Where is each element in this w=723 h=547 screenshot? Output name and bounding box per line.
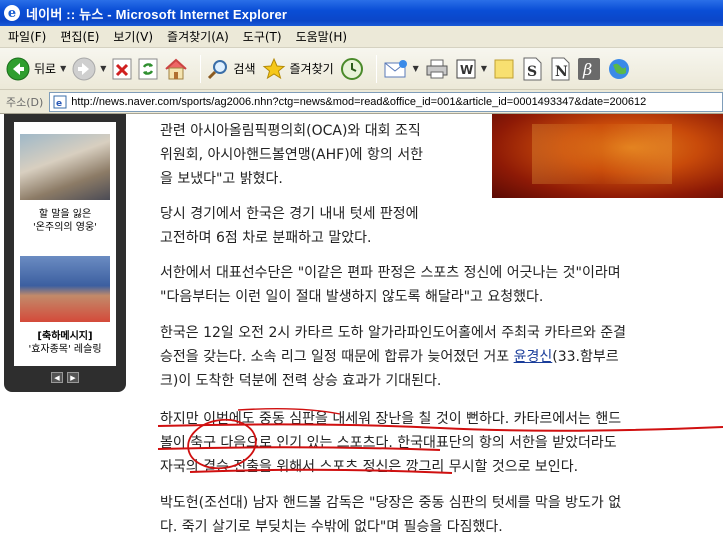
forward-button[interactable]: ▼ [72,57,106,81]
photo-sidebar: 할 말을 잃은 '온주의의 영웅' [축하메시지] '효자종목' 레슬링 ◀ ▶ [4,114,126,392]
forward-dropdown-icon[interactable]: ▼ [100,64,106,73]
article-line: 박도헌(조선대) 남자 핸드볼 감독은 "당장은 중동 심판의 텃세를 막을 방… [160,495,622,511]
svg-text:N: N [555,64,568,80]
article-line: 하지만 이번에도 중동 심판을 내세워 장난을 칠 것이 뻔하다. 카타르에서는… [160,411,622,427]
beta-icon: β [577,57,601,81]
mail-dropdown-icon[interactable]: ▼ [413,64,419,73]
article-paragraph-1: 관련 아시아올림픽평의회(OCA)와 대회 조직 위원회, 아시아핸드볼연맹(A… [160,119,423,191]
article-paragraph-5: 하지만 이번에도 중동 심판을 내세워 장난을 칠 것이 뻔하다. 카타르에서는… [160,407,621,479]
stop-icon [112,58,132,80]
address-input[interactable]: e http://news.naver.com/sports/ag2006.nh… [49,91,723,112]
star-icon [262,57,286,81]
print-button[interactable] [425,58,449,80]
prev-page-icon[interactable]: ◀ [51,372,63,383]
article-line: 볼이 축구 다음으로 인기 있는 스포츠다. 한국대표단의 항의 서한을 받았더… [160,435,617,451]
news-thumbnail-1[interactable] [20,134,110,200]
article-line: 위원회, 아시아핸드볼연맹(AHF)에 항의 서한 [160,147,423,163]
refresh-icon [138,58,158,80]
player-link[interactable]: 윤경신 [514,349,553,365]
sidebar-panel: 할 말을 잃은 '온주의의 영웅' [축하메시지] '효자종목' 레슬링 [14,122,116,366]
article-photo [492,114,723,198]
address-url: http://news.naver.com/sports/ag2006.nhn?… [71,95,647,108]
menu-file[interactable]: 파일(F) [8,28,46,45]
n-doc-icon: N [549,57,571,81]
article-line: 을 보냈다"고 밝혔다. [160,171,283,187]
search-label: 검색 [233,62,256,76]
article-text: 승전을 갖는다. 소속 리그 일정 때문에 합류가 늦어졌던 거포 [160,349,514,365]
article-line: 한국은 12일 오전 2시 카타르 도하 알가라파인도어홀에서 주최국 카타르와… [160,325,627,341]
history-icon [340,57,364,81]
menu-help[interactable]: 도움말(H) [296,28,348,45]
note-button[interactable] [493,58,515,80]
home-icon [164,58,188,80]
address-bar: 주소(D) e http://news.naver.com/sports/ag2… [0,90,723,114]
toolbar-separator [375,54,377,83]
page-content: 할 말을 잃은 '온주의의 영웅' [축하메시지] '효자종목' 레슬링 ◀ ▶… [0,114,723,547]
search-button[interactable]: 검색 [207,58,256,80]
mail-icon [383,58,409,80]
s-doc-icon: S [521,57,543,81]
word-icon: W [455,58,477,80]
news-thumbnail-2[interactable] [20,256,110,322]
article-line: 당시 경기에서 한국은 경기 내내 텃세 판정에 [160,206,419,222]
ie-icon: e [4,5,20,21]
article-line: "다음부터는 이런 일이 절대 발생하지 않도록 해달라"고 요청했다. [160,289,544,305]
article-line: 크)이 도착한 덕분에 전력 상승 효과가 기대된다. [160,373,442,389]
article-line: 다. 죽기 살기로 부딪치는 수밖에 없다"며 필승을 다짐했다. [160,519,503,535]
globe-button[interactable] [607,57,631,81]
svg-text:β: β [582,60,592,79]
article-paragraph-2: 당시 경기에서 한국은 경기 내내 텃세 판정에 고전하며 6점 차로 분패하고… [160,202,419,250]
thumbnail-caption-1b[interactable]: '온주의의 영웅' [14,221,116,234]
back-dropdown-icon[interactable]: ▼ [60,64,66,73]
window-title: 네이버 :: 뉴스 - Microsoft Internet Explorer [26,6,288,22]
edit-button[interactable]: W ▼ [455,58,487,80]
thumbnail-caption-2b[interactable]: '효자종목' 레슬링 [14,343,116,356]
menu-view[interactable]: 보기(V) [113,28,153,45]
back-arrow-icon [6,57,30,81]
svg-text:W: W [460,63,473,77]
article-paragraph-4: 한국은 12일 오전 2시 카타르 도하 알가라파인도어홀에서 주최국 카타르와… [160,321,626,393]
title-bar: e 네이버 :: 뉴스 - Microsoft Internet Explore… [0,0,723,26]
menu-favorites[interactable]: 즐겨찾기(A) [167,28,229,45]
article-line: 승전을 갖는다. 소속 리그 일정 때문에 합류가 늦어졌던 거포 윤경신(33… [160,345,626,369]
favorites-button[interactable]: 즐겨찾기 [262,57,334,81]
address-label: 주소(D) [6,95,44,109]
article-paragraph-3: 서한에서 대표선수단은 "이같은 편파 판정은 스포츠 정신에 어긋나는 것"이… [160,261,621,309]
globe-icon [607,57,631,81]
page-icon: e [53,95,67,109]
back-button[interactable]: 뒤로 ▼ [6,57,66,81]
beta-button[interactable]: β [577,57,601,81]
printer-icon [425,58,449,80]
back-label: 뒤로 [34,62,57,76]
article-line: 고전하며 6점 차로 분패하고 말았다. [160,230,372,246]
refresh-button[interactable] [138,58,158,80]
next-page-icon[interactable]: ▶ [67,372,79,383]
toolbar-separator [200,54,202,83]
mail-button[interactable]: ▼ [383,58,419,80]
sidebar-pager: ◀ ▶ [51,372,79,383]
article-line: 서한에서 대표선수단은 "이같은 편파 판정은 스포츠 정신에 어긋나는 것"이… [160,265,621,281]
magnifier-icon [207,58,229,80]
n-button[interactable]: N [549,57,571,81]
forward-arrow-icon [72,57,96,81]
article-text: (33.함부르 [552,349,619,365]
thumbnail-caption-1a[interactable]: 할 말을 잃은 [14,208,116,221]
menu-bar: 파일(F) 편집(E) 보기(V) 즐겨찾기(A) 도구(T) 도움말(H) [0,26,723,48]
s-button[interactable]: S [521,57,543,81]
history-button[interactable] [340,57,364,81]
article-line: 관련 아시아올림픽평의회(OCA)와 대회 조직 [160,123,421,139]
menu-edit[interactable]: 편집(E) [60,28,99,45]
note-icon [493,58,515,80]
svg-text:S: S [527,64,537,80]
toolbar: 뒤로 ▼ ▼ 검색 즐겨찾기 ▼ W ▼ S N β [0,48,723,90]
home-button[interactable] [164,58,188,80]
svg-text:e: e [56,99,62,109]
favorites-label: 즐겨찾기 [289,62,334,76]
menu-tools[interactable]: 도구(T) [243,28,282,45]
edit-dropdown-icon[interactable]: ▼ [481,64,487,73]
thumbnail-caption-2a[interactable]: [축하메시지] [14,330,116,343]
article-line: 자국의 결승 진출을 위해서 스포츠 정신은 깡그리 무시할 것으로 보인다. [160,459,579,475]
article-paragraph-6: 박도헌(조선대) 남자 핸드볼 감독은 "당장은 중동 심판의 텃세를 막을 방… [160,491,621,539]
stop-button[interactable] [112,58,132,80]
